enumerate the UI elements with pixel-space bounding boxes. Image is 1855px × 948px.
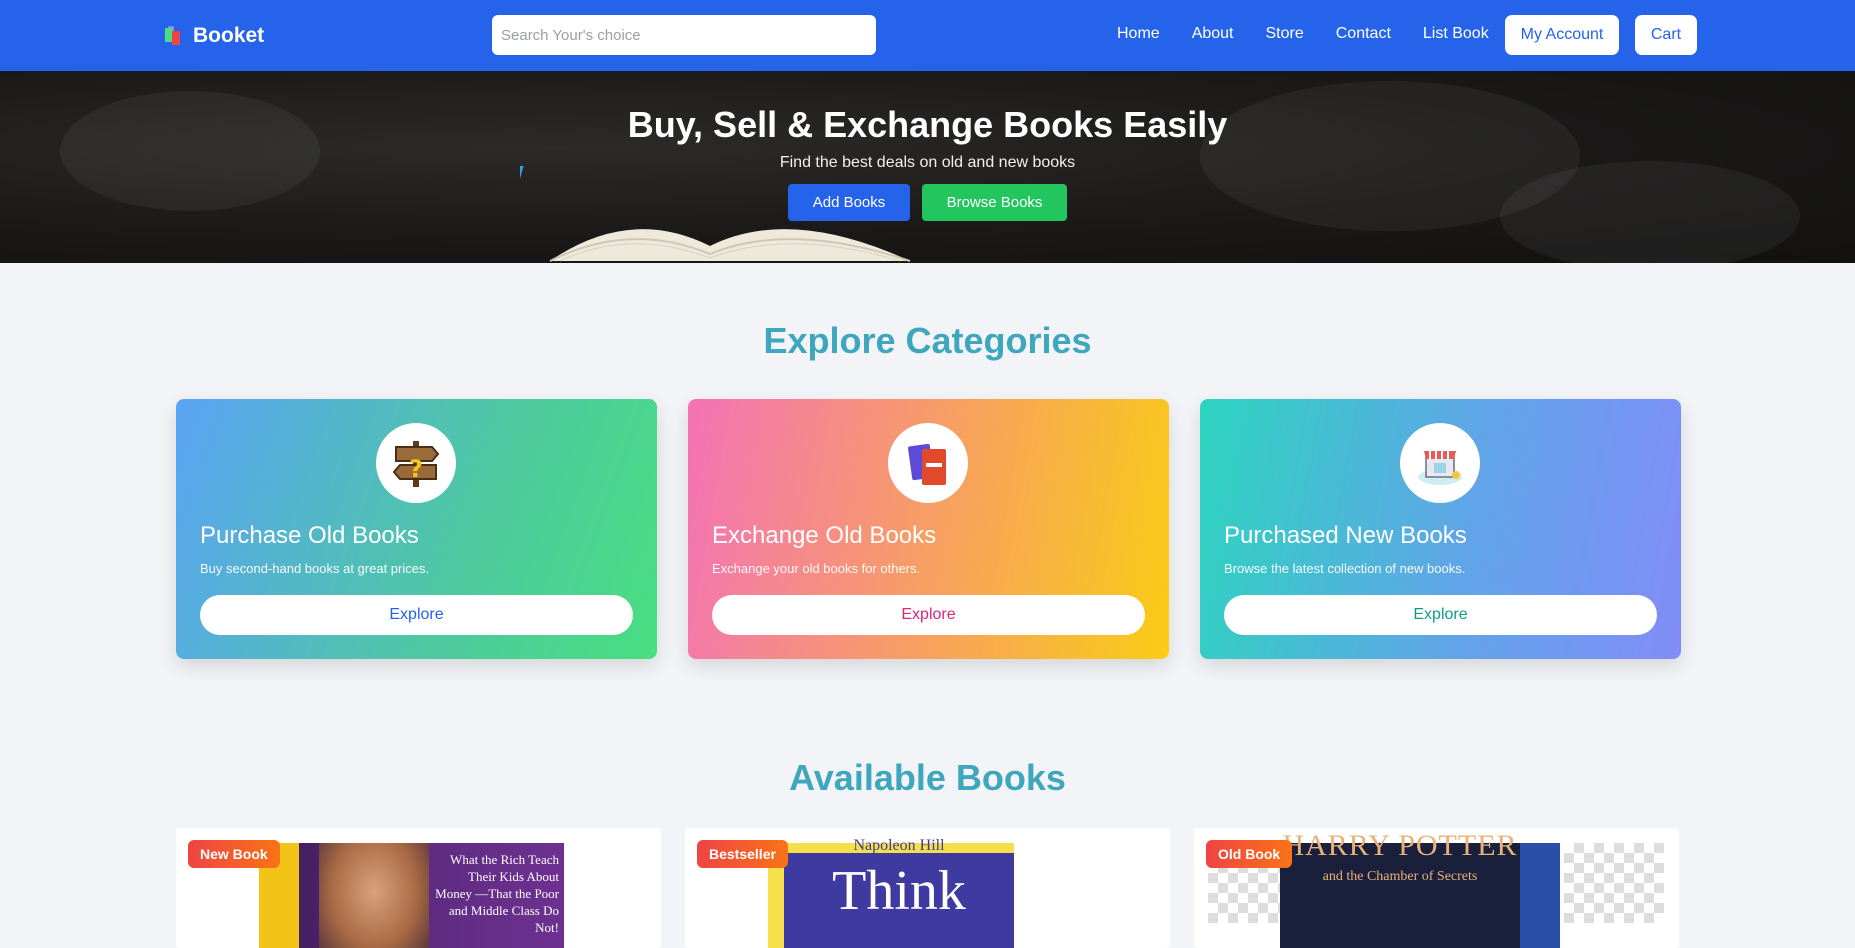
category-title: Exchange Old Books bbox=[712, 522, 937, 549]
book-title-text: Think bbox=[832, 860, 966, 922]
category-card-exchange-old: Exchange Old Books Exchange your old boo… bbox=[688, 399, 1169, 659]
category-card-purchase-new: Purchased New Books Browse the latest co… bbox=[1200, 399, 1681, 659]
available-books-heading: Available Books bbox=[789, 757, 1066, 798]
book-title-text: HARRY POTTER bbox=[1282, 829, 1518, 862]
book-card[interactable]: Bestseller Napoleon Hill Think bbox=[685, 828, 1170, 948]
browse-books-button[interactable]: Browse Books bbox=[922, 184, 1067, 221]
nav-store-link[interactable]: Store bbox=[1266, 25, 1304, 43]
category-title: Purchase Old Books bbox=[200, 522, 419, 549]
nav-links: Home About Store Contact List Book bbox=[1117, 25, 1521, 43]
category-card-purchase-old: ? Purchase Old Books Buy second-hand boo… bbox=[176, 399, 657, 659]
book-cover-image: HARRY POTTER and the Chamber of Secrets bbox=[1280, 829, 1560, 948]
book-card[interactable]: New Book What the Rich Teach Their Kids … bbox=[176, 828, 661, 948]
signpost-icon: ? bbox=[376, 423, 456, 503]
book-author-text: Napoleon Hill bbox=[853, 837, 945, 854]
book-subtitle-text: and the Chamber of Secrets bbox=[1322, 869, 1478, 884]
category-description: Exchange your old books for others. bbox=[712, 561, 921, 576]
navbar: Booket Home About Store Contact List Boo… bbox=[0, 0, 1855, 71]
bestseller-badge: Bestseller bbox=[697, 840, 788, 868]
store-icon bbox=[1400, 423, 1480, 503]
explore-button[interactable]: Explore bbox=[1224, 595, 1657, 635]
books-icon bbox=[888, 423, 968, 503]
book-card[interactable]: Old Book HARRY POTTER and the Chamber of… bbox=[1194, 828, 1679, 948]
explore-button[interactable]: Explore bbox=[712, 595, 1145, 635]
explore-button[interactable]: Explore bbox=[200, 595, 633, 635]
category-description: Browse the latest collection of new book… bbox=[1224, 561, 1466, 576]
nav-home-link[interactable]: Home bbox=[1117, 25, 1160, 43]
books-logo-icon bbox=[163, 26, 185, 46]
hero-title: Buy, Sell & Exchange Books Easily bbox=[627, 104, 1228, 145]
old-book-badge: Old Book bbox=[1206, 840, 1293, 868]
nav-list-book-link[interactable]: List Book bbox=[1423, 25, 1489, 43]
nav-about-link[interactable]: About bbox=[1192, 25, 1234, 43]
transparent-background bbox=[1564, 843, 1664, 923]
book-cover-image: What the Rich Teach Their Kids About Mon… bbox=[259, 843, 564, 948]
book-cover-text: What the Rich Teach Their Kids About Mon… bbox=[435, 852, 559, 935]
my-account-button[interactable]: My Account bbox=[1505, 15, 1619, 55]
explore-categories-heading: Explore Categories bbox=[763, 320, 1092, 361]
nav-contact-link[interactable]: Contact bbox=[1336, 25, 1391, 43]
category-title: Purchased New Books bbox=[1224, 522, 1467, 549]
hero-subtitle: Find the best deals on old and new books bbox=[779, 154, 1076, 171]
brand-name: Booket bbox=[193, 24, 265, 47]
book-cover-image: Napoleon Hill Think bbox=[768, 837, 1014, 948]
cart-button[interactable]: Cart bbox=[1635, 15, 1697, 55]
hero-banner: Buy, Sell & Exchange Books Easily Find t… bbox=[0, 71, 1855, 263]
svg-text:?: ? bbox=[409, 455, 423, 483]
category-description: Buy second-hand books at great prices. bbox=[200, 561, 430, 576]
brand[interactable]: Booket bbox=[163, 24, 264, 48]
search-input[interactable] bbox=[492, 15, 876, 55]
add-books-button[interactable]: Add Books bbox=[788, 184, 910, 221]
new-book-badge: New Book bbox=[188, 840, 280, 868]
